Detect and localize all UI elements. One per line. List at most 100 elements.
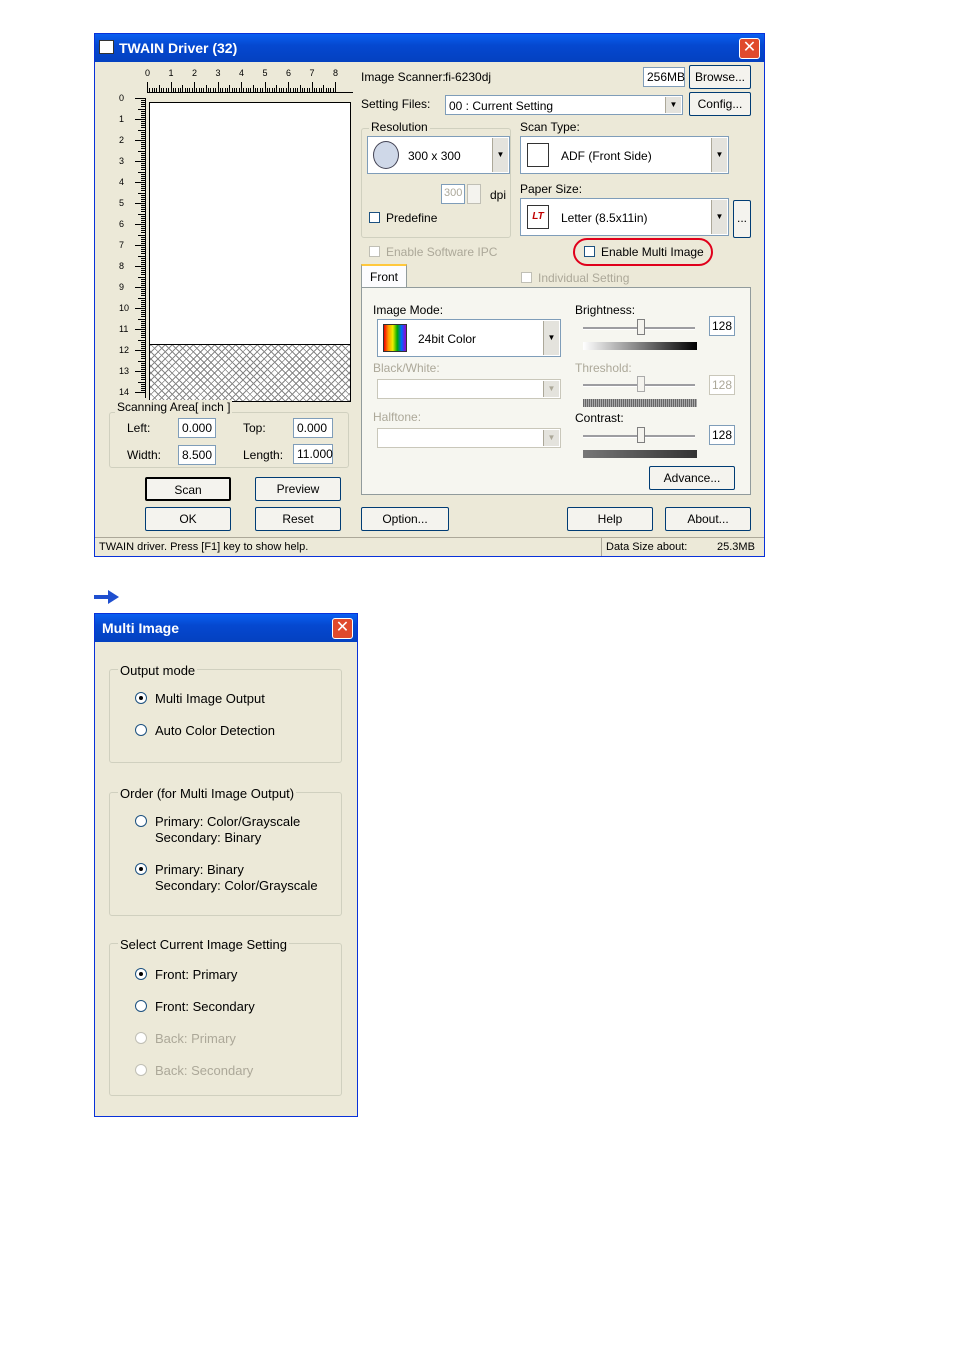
ruler-h-tick-label: 8 [333, 68, 339, 78]
scan-button[interactable]: Scan [145, 477, 231, 501]
brightness-slider-thumb[interactable] [637, 319, 645, 335]
ruler-v-mark [135, 371, 145, 372]
color-mode-icon [383, 324, 407, 352]
radio-back-secondary [135, 1064, 147, 1076]
ruler-v-tick-label: 0 [119, 93, 125, 103]
resolution-dropdown[interactable]: 300 x 300 ▼ [367, 136, 510, 174]
ruler-v-mark [138, 108, 145, 110]
top-input[interactable]: 0.000 [293, 418, 333, 438]
paper-size-more-button[interactable]: ... [733, 200, 751, 238]
setting-files-label: Setting Files: [361, 97, 431, 111]
close-icon: ✕ [742, 39, 757, 56]
image-scanner-label: Image Scanner: [361, 70, 446, 84]
ruler-v-tick-label: 10 [119, 303, 130, 313]
ruler-h-mark [194, 82, 195, 92]
ruler-v-mark [138, 297, 145, 299]
ruler-h-tick-label: 1 [168, 68, 174, 78]
ruler-v-tick-label: 5 [119, 198, 125, 208]
chevron-down-icon[interactable]: ▼ [711, 138, 727, 172]
output-mode-group [109, 669, 342, 763]
chevron-down-icon[interactable]: ▼ [543, 321, 559, 355]
ruler-h-mark [335, 82, 336, 92]
radio-primary-color[interactable] [135, 815, 147, 827]
dpi-spinner [467, 184, 481, 204]
ruler-v-tick-label: 7 [119, 240, 125, 250]
setting-files-value: 00 : Current Setting [449, 99, 554, 113]
length-input[interactable]: 11.000 [293, 444, 333, 464]
brightness-gradient [583, 342, 697, 350]
predefine-checkbox[interactable] [369, 212, 380, 223]
ruler-h-mark [264, 82, 266, 92]
image-mode-dropdown[interactable]: 24bit Color ▼ [377, 319, 561, 357]
chevron-down-icon[interactable]: ▼ [492, 138, 508, 172]
ruler-h-mark [323, 85, 325, 92]
about-button[interactable]: About... [665, 507, 751, 531]
config-button[interactable]: Config... [689, 92, 751, 116]
scan-type-dropdown[interactable]: ADF (Front Side) ▼ [520, 136, 729, 174]
ruler-v-tick-label: 6 [119, 219, 125, 229]
contrast-label: Contrast: [575, 411, 624, 425]
multi-image-title: Multi Image [102, 620, 180, 636]
radio-front-primary[interactable] [135, 968, 147, 980]
ruler-v-mark [138, 318, 145, 320]
multi-image-close-button[interactable]: ✕ [332, 618, 353, 639]
reset-button[interactable]: Reset [255, 507, 341, 531]
ruler-h-mark [299, 85, 301, 92]
multi-image-dialog: Multi Image ✕ Output mode Multi Image Ou… [94, 613, 358, 1117]
tab-front[interactable]: Front [361, 264, 407, 288]
data-size-label: Data Size about: [606, 541, 688, 553]
ok-button[interactable]: OK [145, 507, 231, 531]
preview-button[interactable]: Preview [255, 477, 341, 501]
twain-close-button[interactable]: ✕ [739, 38, 760, 59]
option-button[interactable]: Option... [361, 507, 449, 531]
ruler-h-tick-label: 6 [286, 68, 292, 78]
ruler-h-tick-label: 4 [239, 68, 245, 78]
horizontal-ruler: 0 1 2 3 4 5 6 7 8 [145, 68, 353, 98]
black-white-label: Black/White: [373, 361, 440, 375]
ruler-v-tick-label: 8 [119, 261, 125, 271]
chevron-down-icon[interactable]: ▼ [711, 200, 727, 234]
left-input[interactable]: 0.000 [178, 418, 216, 438]
vertical-ruler: 0 1 2 3 4 5 6 7 8 9 10 11 12 13 14 [119, 93, 147, 428]
ruler-h-tick-label: 2 [192, 68, 198, 78]
ruler-v-mark [138, 171, 145, 173]
enable-multi-image-checkbox[interactable] [584, 246, 595, 257]
order-group [109, 792, 342, 916]
chevron-down-icon: ▼ [543, 430, 559, 446]
scan-preview-area[interactable] [149, 102, 351, 402]
twain-title-bar[interactable]: TWAIN Driver (32) [95, 34, 764, 62]
ruler-v-mark [135, 161, 145, 162]
order-label: Order (for Multi Image Output) [118, 786, 297, 801]
primary-binary-line2: Secondary: Color/Grayscale [155, 878, 318, 893]
resolution-icon [373, 141, 399, 169]
ruler-h-mark [170, 82, 172, 92]
length-label: Length: [243, 448, 284, 462]
radio-multi-image-output[interactable] [135, 692, 147, 704]
browse-button[interactable]: Browse... [689, 65, 751, 89]
radio-auto-color-detection[interactable] [135, 724, 147, 736]
chevron-down-icon[interactable]: ▼ [665, 97, 681, 113]
ruler-v-mark [138, 255, 145, 257]
radio-primary-binary[interactable] [135, 863, 147, 875]
paper-size-value: Letter (8.5x11in) [561, 211, 648, 225]
twain-driver-window: TWAIN Driver (32) ✕ 012345678 0123456789… [94, 33, 765, 557]
multi-image-title-bar[interactable]: Multi Image [95, 614, 357, 642]
radio-front-secondary[interactable] [135, 1000, 147, 1012]
setting-files-dropdown[interactable]: 00 : Current Setting ▼ [445, 95, 683, 115]
contrast-value[interactable]: 128 [709, 425, 735, 445]
contrast-slider-thumb[interactable] [637, 427, 645, 443]
dpi-label: dpi [490, 188, 507, 202]
paper-size-dropdown[interactable]: LT Letter (8.5x11in) ▼ [520, 198, 729, 236]
width-input[interactable]: 8.500 [178, 445, 216, 465]
chevron-down-icon: ▼ [543, 381, 559, 397]
ruler-h-tick-label: 5 [262, 68, 268, 78]
help-button[interactable]: Help [567, 507, 653, 531]
preview-pane: 012345678 0 1 2 3 4 5 6 7 8 9 10 11 12 13 14 [99, 64, 353, 436]
data-size-value: 25.3MB [717, 541, 755, 553]
ruler-h-mark [182, 85, 184, 92]
ruler-v-tick-label: 4 [119, 177, 125, 187]
advance-button[interactable]: Advance... [649, 466, 735, 490]
brightness-value[interactable]: 128 [709, 316, 735, 336]
ruler-v-mark [135, 119, 145, 120]
arrow-right-icon [94, 588, 120, 606]
